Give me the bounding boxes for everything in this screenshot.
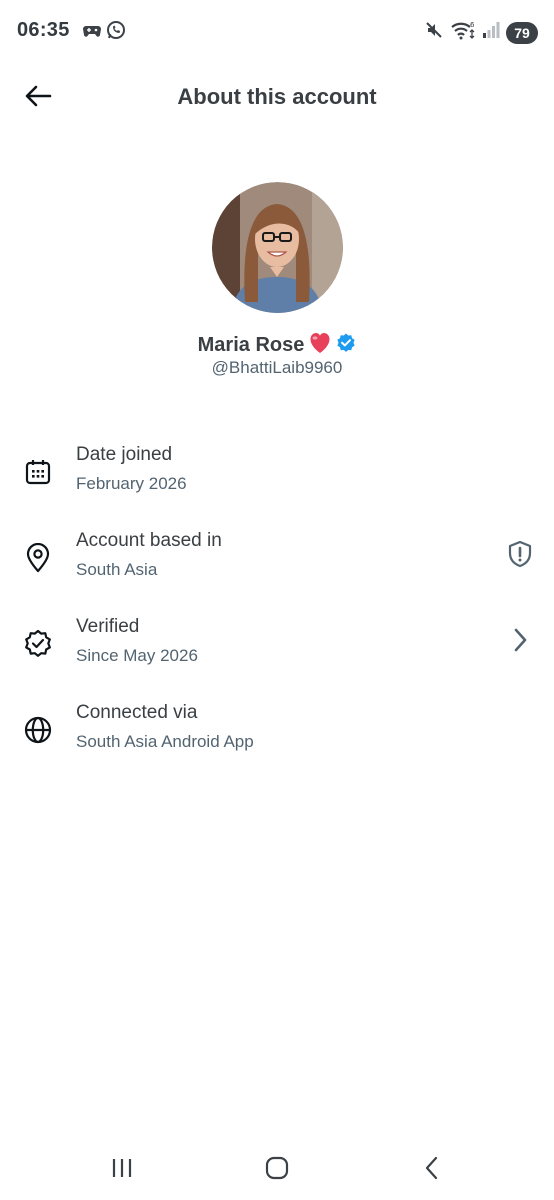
profile-handle: @BhattiLaib9960 [211,358,343,377]
signal-icon [482,21,500,44]
page-title: About this account [177,84,377,109]
profile-name-row: Maria Rose [0,332,554,359]
shield-alert-icon [507,540,533,573]
info-row-account-based-in: Account based in South Asia [0,530,554,610]
info-label-account-based-in: Account based in [76,530,222,551]
svg-text:6: 6 [470,21,475,29]
info-row-connected-via: Connected via South Asia Android App [0,702,554,782]
info-value-date-joined: February 2026 [76,474,187,493]
info-value-verified: Since May 2026 [76,646,198,665]
game-controller-icon [82,21,102,44]
info-value-connected-via: South Asia Android App [76,732,254,751]
battery-indicator: 79 [506,21,538,44]
recent-apps-button[interactable] [102,1154,142,1186]
info-row-date-joined: Date joined February 2026 [0,444,554,524]
back-nav-button[interactable] [412,1154,452,1186]
mute-icon [424,20,444,45]
header: About this account [0,70,554,124]
home-icon [264,1155,290,1186]
info-row-verified[interactable]: Verified Since May 2026 [0,616,554,696]
whatsapp-icon [106,20,126,45]
status-icons-left [82,20,126,45]
home-button[interactable] [257,1154,297,1186]
wifi-icon: 6 [450,20,476,45]
chevron-right-button[interactable] [504,626,536,658]
heart-icon [308,332,332,359]
shield-alert-button[interactable] [504,540,536,572]
info-label-date-joined: Date joined [76,444,173,465]
info-value-account-based-in: South Asia [76,560,158,579]
status-time: 06:35 [17,19,70,41]
info-label-verified: Verified [76,616,140,637]
back-nav-icon [423,1155,441,1186]
calendar-icon [22,456,54,488]
recent-apps-icon [110,1157,134,1184]
status-bar: 06:35 6 79 [0,0,554,62]
chevron-right-icon [511,627,529,658]
location-pin-icon [22,542,54,574]
info-label-connected-via: Connected via [76,702,198,723]
profile-name: Maria Rose [197,334,305,356]
globe-icon [22,714,54,746]
navigation-bar [0,1140,554,1200]
verified-badge-icon [22,628,54,660]
verified-badge-icon [336,333,356,358]
status-icons-right: 6 79 [424,20,538,45]
avatar[interactable] [212,182,343,313]
